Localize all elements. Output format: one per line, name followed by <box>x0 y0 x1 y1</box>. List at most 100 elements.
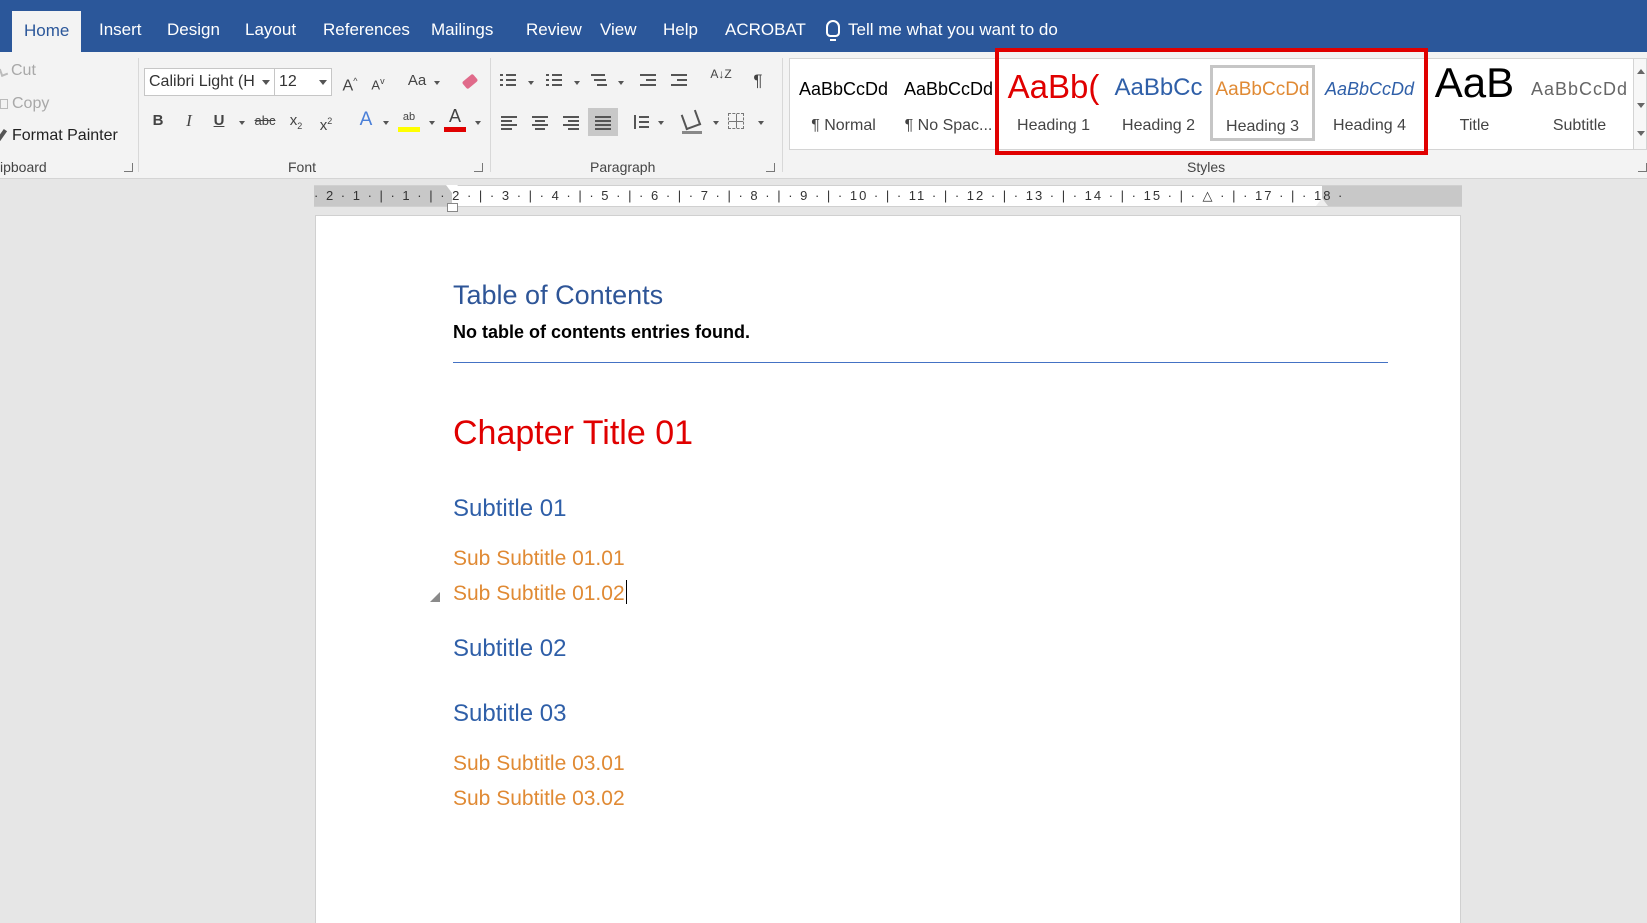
increase-indent-icon[interactable] <box>671 73 687 87</box>
font-size-combo[interactable]: 12 <box>274 68 332 96</box>
clear-formatting-button[interactable] <box>459 69 481 95</box>
bold-button[interactable]: B <box>148 109 168 135</box>
copy-icon <box>0 99 8 109</box>
underline-icon: U <box>213 112 225 129</box>
toc-note[interactable]: No table of contents entries found. <box>453 322 750 343</box>
heading-subtitle-03[interactable]: Subtitle 03 <box>453 700 566 728</box>
italic-icon: I <box>186 111 192 130</box>
numbering-icon[interactable] <box>546 73 562 87</box>
tell-me-search[interactable]: Tell me what you want to do <box>826 0 1058 52</box>
font-color-icon: A <box>448 106 461 126</box>
style-title[interactable]: AaB Title <box>1422 59 1527 149</box>
tab-view[interactable]: View <box>588 0 649 52</box>
font-launcher-icon[interactable] <box>474 163 483 172</box>
highlight-color-button[interactable]: ab <box>397 105 421 132</box>
chevron-down-icon[interactable] <box>383 121 389 125</box>
borders-icon[interactable] <box>728 113 744 129</box>
sort-button[interactable]: A↓Z <box>709 67 733 93</box>
multilevel-list-icon[interactable] <box>591 73 607 87</box>
scissors-icon <box>0 67 9 77</box>
chevron-down-icon[interactable] <box>239 121 245 125</box>
cut-button[interactable]: Cut <box>0 62 36 80</box>
paintbrush-icon <box>0 128 8 142</box>
heading-sub-subtitle-03-01[interactable]: Sub Subtitle 03.01 <box>453 752 625 776</box>
align-right-icon[interactable] <box>563 115 579 130</box>
font-size-value: 12 <box>279 73 297 90</box>
tell-me-text: Tell me what you want to do <box>848 20 1058 39</box>
chevron-down-icon[interactable] <box>429 121 435 125</box>
font-color-button[interactable]: A <box>443 104 467 132</box>
chevron-down-icon <box>262 80 270 85</box>
heading-subtitle-01[interactable]: Subtitle 01 <box>453 495 566 523</box>
chevron-down-icon[interactable] <box>758 121 764 125</box>
tab-layout[interactable]: Layout <box>233 0 308 52</box>
heading-sub-subtitle-01-02-text: Sub Subtitle 01.02 <box>453 582 625 605</box>
shading-swatch <box>682 131 702 134</box>
horizontal-ruler[interactable]: · 2 · 1 · | · 1 · | · 2 · | · 3 · | · 4 … <box>314 185 1462 207</box>
tab-references[interactable]: References <box>311 0 422 52</box>
chevron-down-icon[interactable] <box>434 81 440 85</box>
styles-launcher-icon[interactable] <box>1638 163 1647 172</box>
tab-review[interactable]: Review <box>514 0 594 52</box>
heading-chapter-title[interactable]: Chapter Title 01 <box>453 414 693 453</box>
shading-icon[interactable] <box>680 109 702 131</box>
hanging-indent-marker[interactable] <box>447 203 458 212</box>
heading-sub-subtitle-01-02[interactable]: Sub Subtitle 01.02 <box>453 580 627 606</box>
first-line-indent-marker[interactable] <box>446 185 458 193</box>
tab-mailings[interactable]: Mailings <box>419 0 505 52</box>
shrink-font-button[interactable]: Av <box>367 69 389 95</box>
align-left-icon[interactable] <box>501 115 517 130</box>
style-label: ¶ No Spac... <box>904 117 993 134</box>
style-no-spacing[interactable]: AaBbCcDd ¶ No Spac... <box>896 59 1001 149</box>
heading-subtitle-02[interactable]: Subtitle 02 <box>453 635 566 663</box>
annotation-highlight-box <box>995 48 1428 155</box>
bullets-icon[interactable] <box>500 73 516 87</box>
heading-sub-subtitle-01-01[interactable]: Sub Subtitle 01.01 <box>453 547 625 571</box>
chevron-down-icon[interactable] <box>475 121 481 125</box>
right-indent-marker[interactable] <box>1316 198 1328 206</box>
grow-font-icon: A <box>342 77 354 95</box>
chevron-down-icon[interactable] <box>658 121 664 125</box>
superscript-button[interactable]: x2 <box>316 109 336 135</box>
style-label: Subtitle <box>1552 117 1607 134</box>
chevron-down-icon[interactable] <box>618 81 624 85</box>
grow-font-button[interactable]: A^ <box>339 69 361 95</box>
toc-title[interactable]: Table of Contents <box>453 280 663 311</box>
group-separator <box>782 58 783 172</box>
copy-button[interactable]: Copy <box>0 95 49 113</box>
collapse-triangle-icon[interactable] <box>430 592 440 602</box>
clipboard-launcher-icon[interactable] <box>124 163 133 172</box>
line-spacing-icon[interactable] <box>633 115 649 129</box>
font-name-combo[interactable]: Calibri Light (H <box>144 68 275 96</box>
tab-design[interactable]: Design <box>155 0 232 52</box>
paragraph-group-label: Paragraph <box>590 159 656 175</box>
change-case-button[interactable]: Aa <box>404 69 430 95</box>
format-painter-button[interactable]: Format Painter <box>0 127 118 145</box>
justify-button[interactable] <box>588 108 618 136</box>
chevron-down-icon[interactable] <box>528 81 534 85</box>
show-formatting-button[interactable]: ¶ <box>748 69 768 95</box>
text-effects-button[interactable]: A <box>356 108 376 134</box>
style-subtitle[interactable]: AaBbCcDd Subtitle <box>1527 59 1632 149</box>
italic-button[interactable]: I <box>179 109 199 135</box>
strikethrough-button[interactable]: abc <box>252 109 278 135</box>
tab-home[interactable]: Home <box>12 11 82 52</box>
ribbon-tab-bar: Home Insert Design Layout References Mai… <box>0 0 1647 52</box>
tab-help[interactable]: Help <box>651 0 710 52</box>
chevron-up-icon <box>1637 69 1645 74</box>
tab-acrobat[interactable]: ACROBAT <box>713 0 818 52</box>
chevron-down-icon[interactable] <box>574 81 580 85</box>
heading-sub-subtitle-03-02[interactable]: Sub Subtitle 03.02 <box>453 787 625 811</box>
underline-button[interactable]: U <box>209 109 229 135</box>
chevron-down-icon[interactable] <box>713 121 719 125</box>
subscript-button[interactable]: x2 <box>286 109 306 135</box>
decrease-indent-icon[interactable] <box>640 73 656 87</box>
strikethrough-icon: abc <box>254 113 276 128</box>
styles-gallery-scroll[interactable] <box>1633 58 1647 150</box>
style-normal[interactable]: AaBbCcDd ¶ Normal <box>791 59 896 149</box>
align-center-icon[interactable] <box>532 115 548 130</box>
lightbulb-icon <box>826 20 840 41</box>
sort-icon: A↓Z <box>710 67 732 81</box>
tab-insert[interactable]: Insert <box>87 0 154 52</box>
paragraph-launcher-icon[interactable] <box>766 163 775 172</box>
